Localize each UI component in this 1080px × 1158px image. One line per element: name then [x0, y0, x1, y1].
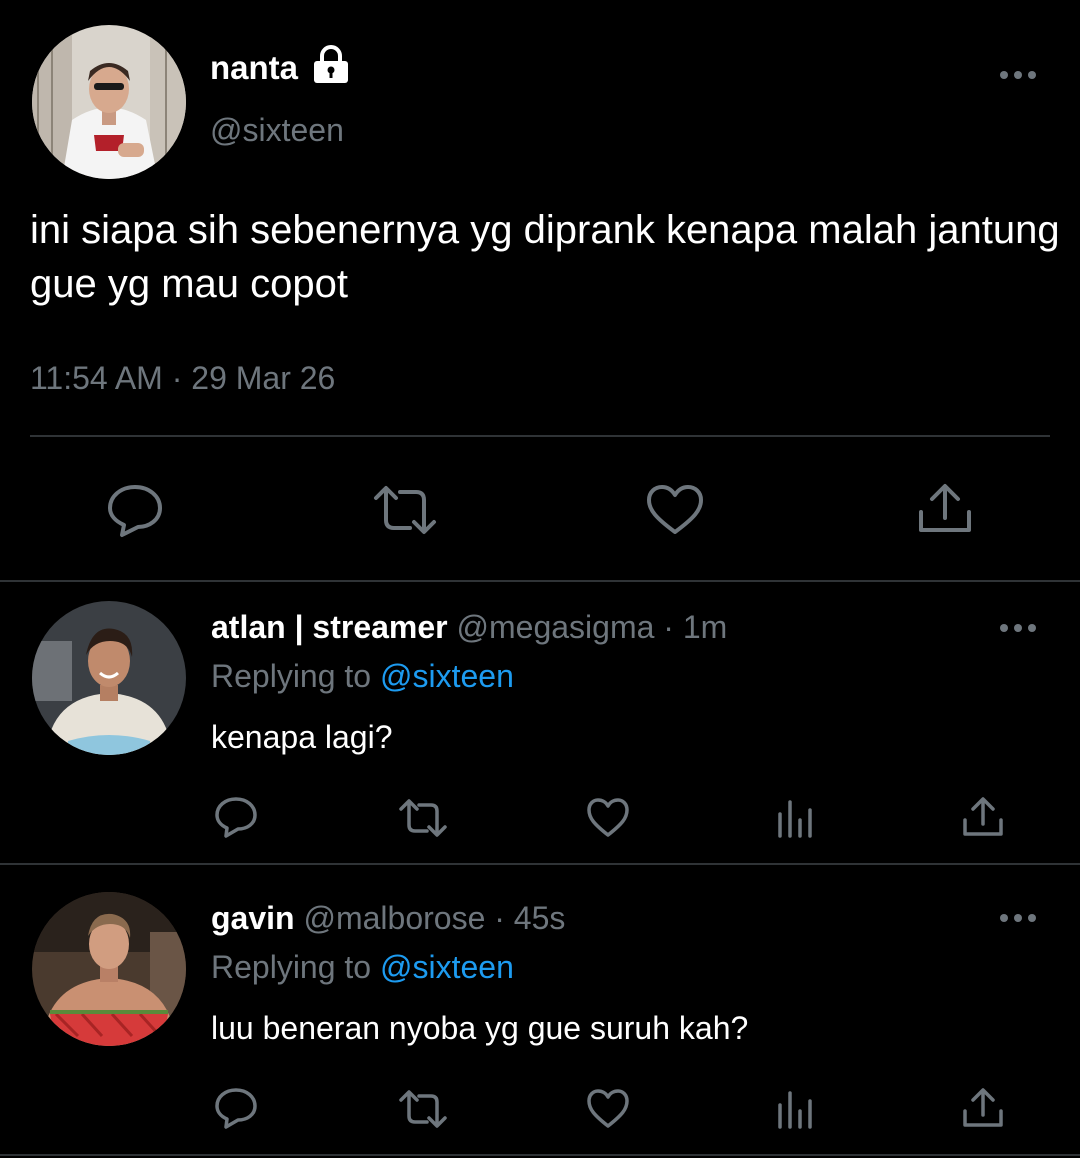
author-name[interactable]: nanta [210, 48, 298, 88]
analytics-icon[interactable] [776, 800, 816, 838]
reply-icon[interactable] [106, 482, 164, 538]
analytics-icon[interactable] [776, 1091, 816, 1129]
share-icon[interactable] [962, 796, 1004, 838]
author-avatar[interactable] [32, 25, 186, 179]
mention-link[interactable]: @sixteen [380, 949, 514, 985]
replying-label: Replying to [211, 658, 372, 694]
more-icon[interactable] [998, 68, 1038, 82]
reply-icon[interactable] [214, 1087, 258, 1129]
more-icon[interactable] [998, 911, 1038, 925]
separator-dot: · [485, 900, 514, 936]
retweet-icon[interactable] [398, 798, 448, 838]
like-icon[interactable] [586, 798, 630, 838]
replying-label: Replying to [211, 949, 372, 985]
like-icon[interactable] [646, 484, 704, 536]
reply-time[interactable]: 1m [683, 609, 727, 645]
mention-link[interactable]: @sixteen [380, 658, 514, 694]
reply-author-handle[interactable]: @megasigma [457, 609, 655, 645]
reply-avatar[interactable] [32, 892, 186, 1046]
tweet-text: ini siapa sih sebenernya yg diprank kena… [30, 208, 1060, 306]
divider [0, 1154, 1080, 1156]
share-icon[interactable] [962, 1087, 1004, 1129]
reply-icon[interactable] [214, 796, 258, 838]
separator-dot: · [654, 609, 683, 645]
lock-icon [310, 44, 352, 84]
author-handle[interactable]: @sixteen [210, 110, 344, 150]
divider [30, 435, 1050, 437]
more-icon[interactable] [998, 621, 1038, 635]
reply-time[interactable]: 45s [514, 900, 566, 936]
retweet-icon[interactable] [372, 484, 438, 536]
reply-text: kenapa lagi? [211, 719, 393, 755]
share-icon[interactable] [916, 482, 974, 536]
reply-author-handle[interactable]: @malborose [303, 900, 485, 936]
divider [0, 863, 1080, 865]
reply-author-name[interactable]: gavin [211, 900, 295, 936]
tweet-timestamp[interactable]: 11:54 AM · 29 Mar 26 [30, 358, 335, 398]
reply-author-name[interactable]: atlan | streamer [211, 609, 448, 645]
divider [0, 580, 1080, 582]
reply-avatar[interactable] [32, 601, 186, 755]
like-icon[interactable] [586, 1089, 630, 1129]
reply-text: luu beneran nyoba yg gue suruh kah? [211, 1010, 749, 1046]
retweet-icon[interactable] [398, 1089, 448, 1129]
